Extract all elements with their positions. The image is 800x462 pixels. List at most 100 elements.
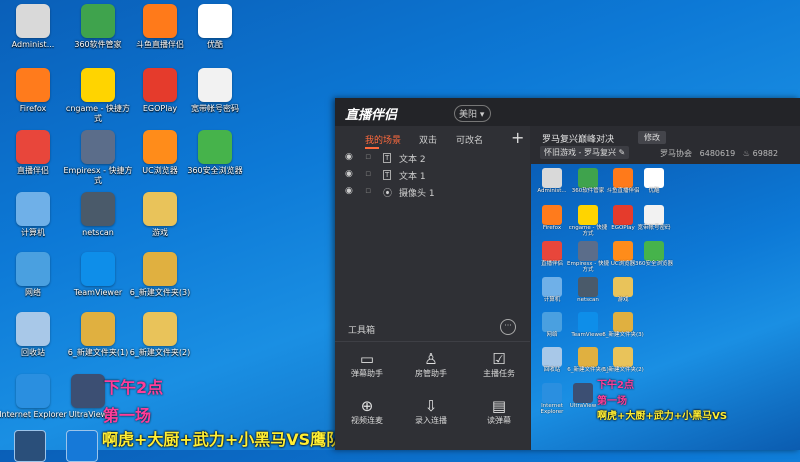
360-browser-icon [198, 130, 232, 164]
egoplay-icon [613, 205, 633, 225]
preview-icon-label: 宽带帐号密码 [637, 225, 671, 231]
room-popularity: 69882 [752, 149, 779, 158]
room-panel: 罗马复兴巅峰对决 修改 怀旧游戏 - 罗马复兴 ✎ 罗马协会 6480619 ♨… [530, 126, 800, 450]
firefox-icon [16, 68, 50, 102]
desktop-icon[interactable]: 计算机 [0, 192, 68, 238]
desktop-icon-label: 游戏 [152, 228, 168, 237]
desktop-icon[interactable]: 游戏 [125, 192, 195, 238]
desktop-icon[interactable]: 360软件管家 [63, 4, 133, 50]
lock-icon[interactable]: ▫ [365, 152, 371, 162]
preview-desktop-icon: 360安全浏览器 [633, 241, 675, 267]
netscan-icon [81, 192, 115, 226]
pacman-icon [81, 68, 115, 102]
desktop-icon-label: Administ... [11, 40, 55, 49]
desktop-icon[interactable]: netscan [63, 192, 133, 238]
taskbar-app-icon[interactable] [66, 430, 98, 462]
desktop-icon-label: 360安全浏览器 [187, 166, 243, 175]
tool-record[interactable]: ⇩ 录入连播 [401, 397, 461, 426]
add-scene-button[interactable]: + [511, 128, 524, 147]
tool-room-manager[interactable]: ♙ 房管助手 [401, 350, 461, 379]
zip-folder-icon [578, 347, 598, 367]
desktop-icon[interactable]: cngame - 快捷方式 [63, 68, 133, 124]
desktop-icon[interactable]: 6_新建文件夹(2) [125, 312, 195, 358]
folder-icon [143, 312, 177, 346]
teamviewer-icon [81, 252, 115, 286]
preview-overlay-time: 下午2点 [597, 380, 634, 391]
desktop-icon[interactable]: TeamViewer [63, 252, 133, 298]
room-category-label: 怀旧游戏 - 罗马复兴 [544, 148, 616, 157]
pacman-icon [578, 205, 598, 225]
preview-overlay-match: 第一场 [597, 396, 627, 407]
live-companion-window: 直播伴侣 美阳 ▾ 我的场景 双击 可改名 + ◉ ▫ T 文本 2 ◉ ▫ T… [335, 98, 800, 450]
desktop-icon-label: 6_新建文件夹(2) [129, 348, 191, 357]
eye-icon[interactable]: ◉ [345, 169, 353, 179]
taskbar-app-icon[interactable] [14, 430, 46, 462]
youku-icon [644, 168, 664, 188]
tool-anchor-task[interactable]: ☑ 主播任务 [469, 350, 529, 379]
desktop-icon[interactable]: Administ... [0, 4, 68, 50]
desktop-icon-label: 6_新建文件夹(1) [67, 348, 129, 357]
zip-folder-icon [143, 252, 177, 286]
admin-user-icon [16, 4, 50, 38]
anchor-task-icon: ☑ [492, 350, 506, 368]
preview-icon-label: 游戏 [617, 297, 629, 303]
camera-source-icon: ⦿ [383, 189, 393, 199]
room-title: 罗马复兴巅峰对决 [542, 135, 615, 145]
desktop-icon[interactable]: 直播伴侣 [0, 130, 68, 176]
tool-video-link[interactable]: ⊕ 视频连麦 [337, 397, 397, 426]
tool-label: 录入连播 [415, 416, 447, 425]
firefox-icon [542, 205, 562, 225]
tool-danmaku-helper[interactable]: ▭ 弹幕助手 [337, 350, 397, 379]
lock-icon[interactable]: ▫ [365, 169, 371, 179]
desktop-icon-label: 360软件管家 [74, 40, 122, 49]
teamviewer-icon [578, 312, 598, 332]
desktop-icon-label: 优酷 [207, 40, 223, 49]
tool-read-danmaku[interactable]: ▤ 读弹幕 [469, 397, 529, 426]
ie-icon [16, 374, 50, 408]
desktop-icon[interactable]: Firefox [0, 68, 68, 114]
lock-icon[interactable]: ▫ [365, 186, 371, 196]
room-category[interactable]: 怀旧游戏 - 罗马复兴 ✎ [540, 146, 630, 159]
desktop-icon[interactable]: 360安全浏览器 [180, 130, 250, 176]
desktop-icon[interactable]: 6_新建文件夹(1) [63, 312, 133, 358]
youku-icon [198, 4, 232, 38]
folder-icon [143, 192, 177, 226]
video-link-icon: ⊕ [360, 397, 374, 415]
desktop-icon[interactable]: 宽带帐号密码 [180, 68, 250, 114]
stream-preview[interactable]: Administ... 360软件管家 斗鱼直播伴侣 优酷 Firefox cngame … [531, 164, 800, 450]
preview-icon-label: 6_新建文件夹(3) [602, 332, 644, 338]
version-badge[interactable]: 美阳 ▾ [454, 105, 492, 122]
read-danmaku-icon: ▤ [491, 397, 507, 415]
tab-my-scenes[interactable]: 我的场景 [365, 133, 401, 146]
tool-label: 视频连麦 [351, 416, 383, 425]
eye-icon[interactable]: ◉ [345, 186, 353, 196]
preview-desktop-icon: 优酷 [633, 168, 675, 194]
ultraview-icon [573, 383, 593, 403]
ie-icon [542, 383, 562, 403]
desktop-icon-label: cngame - 快捷方式 [65, 104, 131, 123]
source-name: 文本 1 [399, 172, 426, 182]
desktop-icon[interactable]: 6_新建文件夹(3) [125, 252, 195, 298]
text-source-icon: T [383, 170, 392, 180]
empires-icon [578, 241, 598, 261]
tool-label: 读弹幕 [487, 416, 511, 425]
uc-browser-icon [613, 241, 633, 261]
desktop-icon-label: TeamViewer [73, 288, 123, 297]
desktop-icon-label: 计算机 [21, 228, 45, 237]
overlay-match-text: 第一场 [103, 406, 152, 425]
toolbox-more-button[interactable]: ··· [500, 319, 516, 335]
desktop-icon[interactable]: 优酷 [180, 4, 250, 50]
tab-double-click[interactable]: 双击 [419, 133, 437, 146]
edit-room-button[interactable]: 修改 [638, 131, 666, 144]
desktop-icon-label: 宽带帐号密码 [191, 104, 239, 113]
source-name: 摄像头 1 [399, 189, 435, 199]
desktop-icon[interactable]: 网络 [0, 252, 68, 298]
desktop-icon[interactable]: Empiresx - 快捷方式 [63, 130, 133, 186]
tool-label: 主播任务 [483, 369, 515, 378]
scene-panel: 我的场景 双击 可改名 + ◉ ▫ T 文本 2 ◉ ▫ T 文本 1 ◉ ▫ … [335, 126, 530, 450]
desktop-icon[interactable]: 回收站 [0, 312, 68, 358]
admin-user-icon [542, 168, 562, 188]
tab-renameable[interactable]: 可改名 [456, 133, 483, 146]
eye-icon[interactable]: ◉ [345, 152, 353, 162]
room-owner: 罗马协会 [660, 149, 692, 158]
